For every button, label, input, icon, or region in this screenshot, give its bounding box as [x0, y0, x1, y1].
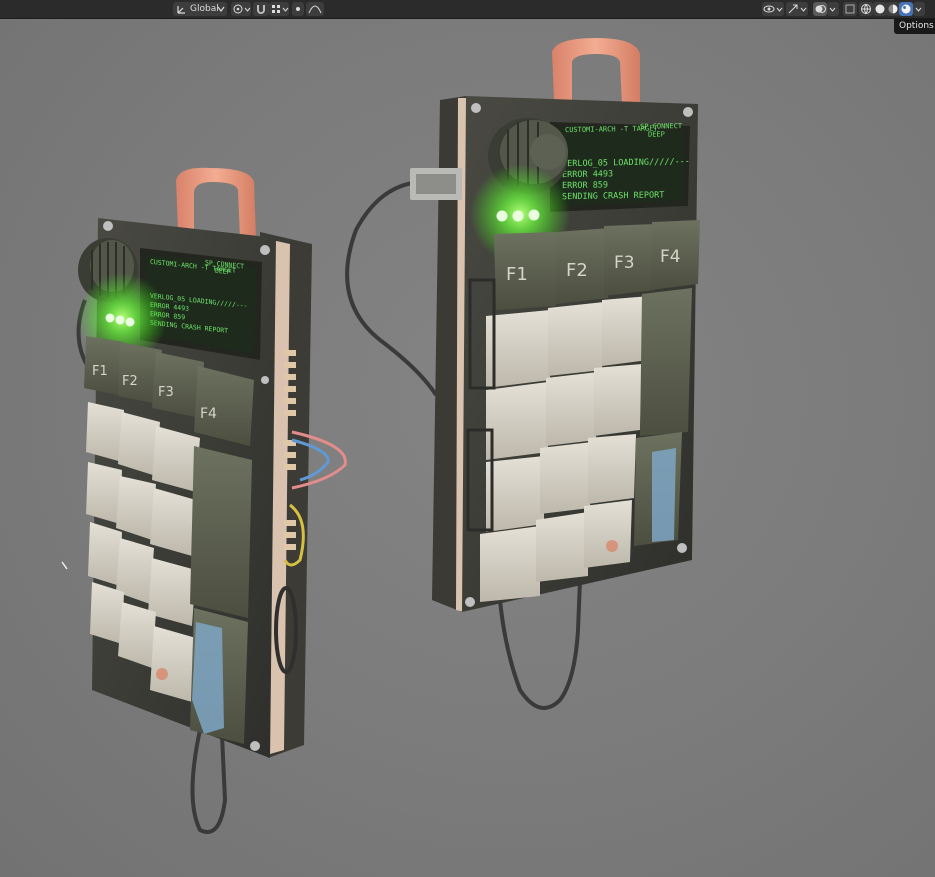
left-cable-bottom — [190, 729, 228, 834]
left-tall-key — [190, 446, 252, 618]
svg-text:F2: F2 — [122, 374, 138, 389]
svg-text:F3: F3 — [158, 385, 174, 400]
svg-text:F1: F1 — [506, 264, 528, 285]
scene-render: CUSTOMI-ARCH -T TARGET SP CONNECT DEEP V… — [61, 38, 700, 834]
svg-text:F1: F1 — [92, 364, 108, 379]
right-key — [480, 526, 540, 602]
left-key — [86, 402, 124, 462]
right-key — [546, 372, 598, 446]
svg-text:F4: F4 — [200, 406, 217, 422]
right-tall-key — [640, 288, 692, 436]
left-led — [125, 317, 135, 327]
left-fkey: F4 — [194, 366, 254, 446]
right-led — [512, 210, 524, 222]
left-key — [150, 488, 196, 556]
left-key — [150, 626, 196, 702]
right-screen-line: ERROR 4493 — [562, 169, 613, 180]
right-fkey: F2 — [556, 228, 610, 304]
right-key — [486, 310, 550, 388]
right-fkey: F4 — [650, 220, 700, 290]
left-device: CUSTOMI-ARCH -T TARGET SP CONNECT DEEP V… — [76, 167, 347, 834]
svg-text:F2: F2 — [566, 260, 588, 281]
right-key — [584, 500, 632, 568]
left-strap — [176, 167, 256, 238]
right-screen-line: ERROR 859 — [562, 180, 608, 191]
right-key — [548, 302, 604, 376]
right-led — [496, 210, 508, 222]
left-screen-line: DEEP — [215, 267, 231, 277]
right-screen-line: DEEP — [648, 130, 665, 138]
right-key — [594, 364, 642, 436]
right-key — [588, 434, 636, 504]
right-key — [486, 382, 548, 460]
right-fkey: F3 — [604, 224, 656, 296]
right-strap — [552, 38, 640, 104]
left-key — [90, 582, 124, 644]
mouse-cursor-mark — [61, 561, 68, 570]
right-key — [486, 456, 544, 532]
right-fkey: F1 — [494, 232, 556, 310]
left-led — [115, 315, 125, 325]
left-key — [88, 522, 122, 586]
right-number-keys — [480, 296, 650, 602]
right-screen-line: SENDING CRASH REPORT — [562, 190, 664, 202]
right-blue-tape — [652, 448, 676, 542]
right-key — [540, 442, 592, 514]
left-led — [105, 313, 115, 323]
left-fkey: F1 — [84, 336, 124, 396]
left-key — [86, 462, 122, 524]
right-led — [528, 209, 540, 221]
right-cable-side — [345, 180, 438, 397]
svg-text:F4: F4 — [660, 247, 681, 267]
right-key — [536, 512, 588, 582]
svg-text:F3: F3 — [614, 253, 635, 273]
right-device: CUSTOMI-ARCH -T TARGET SP CONNECT DEEP V… — [345, 38, 700, 710]
